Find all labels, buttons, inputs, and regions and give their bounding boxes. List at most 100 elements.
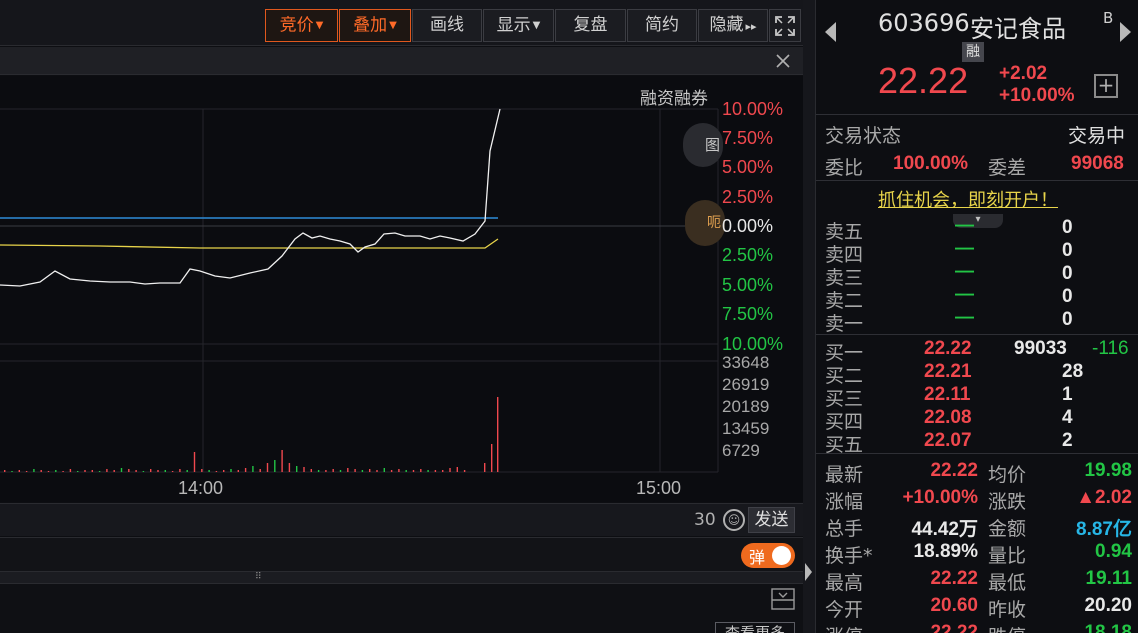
volume-bar	[98, 471, 101, 472]
prev-stock-icon[interactable]	[825, 22, 836, 42]
send-button[interactable]: 发送	[748, 507, 795, 533]
expand-arrow-icon[interactable]	[805, 563, 812, 581]
pct-label: 2.50%	[722, 187, 774, 207]
volume-bar	[491, 444, 493, 472]
fullscreen-button[interactable]	[769, 9, 801, 42]
bid-price[interactable]: 22.11	[924, 384, 971, 406]
simple-button[interactable]: 简约	[627, 9, 697, 42]
danmu-toggle[interactable]: 弹	[741, 543, 795, 568]
stat-label: 涨幅	[825, 491, 864, 513]
volume-bar	[84, 470, 86, 472]
stat-label: 金额	[988, 518, 1027, 540]
volume-bar	[405, 470, 407, 472]
volume-bar	[369, 469, 371, 472]
volume-bar	[237, 470, 239, 472]
status-value: 交易中	[1068, 125, 1126, 147]
b-badge: B	[1103, 9, 1114, 27]
volume-bar	[69, 469, 72, 472]
ask-volume: 0	[1062, 240, 1073, 261]
replay-button[interactable]: 复盘	[555, 9, 626, 42]
ask-price[interactable]: —	[955, 215, 974, 237]
stat-value: 19.98	[1084, 460, 1132, 481]
volume-bar	[157, 470, 159, 472]
volume-bar	[442, 470, 444, 472]
side-chart-button[interactable]: 图	[683, 123, 723, 167]
intraday-chart: 融资融券 图 呃 10.00% 7.50% 5.00% 2.50% 0.00% …	[0, 76, 803, 502]
close-icon[interactable]	[775, 53, 791, 69]
volume-bar	[33, 469, 35, 472]
volume-bar	[4, 470, 6, 472]
bid-volume: 2	[1062, 430, 1073, 451]
volume-label: 6729	[722, 441, 760, 460]
volume-bar	[244, 468, 247, 472]
bid-price[interactable]: 22.07	[924, 430, 972, 452]
volume-bar	[347, 468, 349, 472]
draw-line-button[interactable]: 画线	[412, 9, 482, 42]
display-button[interactable]: 显示 ▼	[483, 9, 554, 42]
bid-price[interactable]: 22.22	[924, 338, 972, 360]
volume-bar	[383, 468, 385, 472]
side-alert-button[interactable]: 呃	[685, 200, 725, 246]
overlay-button[interactable]: 叠加 ▼	[339, 9, 411, 42]
ask-volume: 0	[1062, 309, 1073, 330]
bid-volume-change: -116	[1092, 338, 1129, 359]
volume-label: 20189	[722, 397, 770, 416]
stat-label: 换手*	[825, 545, 873, 567]
ask-price[interactable]: —	[955, 238, 974, 260]
bid-volume: 28	[1062, 361, 1084, 382]
auction-button[interactable]: 竞价 ▼	[265, 9, 338, 42]
ask-price[interactable]: —	[955, 261, 974, 283]
pct-label: 7.50%	[722, 128, 774, 148]
volume-bar	[303, 467, 305, 472]
volume-bar	[230, 469, 232, 472]
volume-bar	[456, 467, 458, 472]
volume-bar	[215, 471, 218, 472]
view-more-button[interactable]: 查看更多	[715, 622, 795, 633]
volume-bar	[484, 463, 486, 472]
double-chevron-right-icon: ▸▸	[745, 20, 757, 33]
margin-badge: 融	[962, 42, 984, 62]
volume-bar	[274, 460, 276, 472]
bid-diff-label: 委差	[988, 157, 1027, 179]
volume-bar	[179, 469, 181, 472]
volume-bar	[449, 468, 451, 472]
add-watchlist-button[interactable]: +	[1094, 74, 1118, 98]
volume-label: 26919	[722, 375, 770, 394]
ask-price[interactable]: —	[955, 307, 974, 329]
chart-subbar	[0, 47, 803, 75]
collapse-panel-icon[interactable]	[771, 588, 795, 610]
volume-bar	[266, 463, 269, 472]
side-splitter[interactable]	[803, 0, 815, 633]
volume-bar	[40, 470, 42, 472]
stat-value: 0.94	[1095, 541, 1132, 562]
next-stock-icon[interactable]	[1120, 22, 1131, 42]
stat-label: 量比	[988, 545, 1027, 567]
danmu-label: 弹	[749, 548, 766, 567]
volume-bar	[420, 469, 422, 472]
stat-label: 最低	[988, 572, 1027, 594]
pct-label: 5.00%	[722, 157, 774, 177]
emoji-button[interactable]: ☺	[723, 509, 745, 531]
bid-price[interactable]: 22.21	[924, 361, 972, 383]
simple-label: 简约	[645, 15, 679, 35]
hide-button[interactable]: 隐藏 ▸▸	[698, 9, 768, 42]
stat-label: 涨停	[825, 622, 863, 633]
stat-value: 18.89%	[913, 541, 978, 562]
volume-bar	[427, 470, 429, 472]
stat-value: 20.20	[1084, 595, 1132, 616]
bid-volume: 1	[1062, 384, 1073, 405]
volume-bar	[128, 469, 130, 472]
volume-bar	[434, 470, 437, 472]
side-alert-label: 呃	[707, 215, 721, 231]
volume-bar	[463, 470, 466, 472]
bid-price[interactable]: 22.08	[924, 407, 972, 429]
volume-bars	[4, 397, 499, 472]
current-price: 22.22	[878, 60, 969, 101]
ask-volume: 0	[1062, 263, 1073, 284]
draw-line-label: 画线	[430, 15, 464, 35]
ask-price[interactable]: —	[955, 284, 974, 306]
volume-bar	[208, 470, 210, 472]
volume-bar	[281, 450, 283, 472]
panel-splitter[interactable]: ⠿	[0, 571, 803, 583]
open-account-link[interactable]: 抓住机会，即刻开户！	[878, 186, 1058, 212]
